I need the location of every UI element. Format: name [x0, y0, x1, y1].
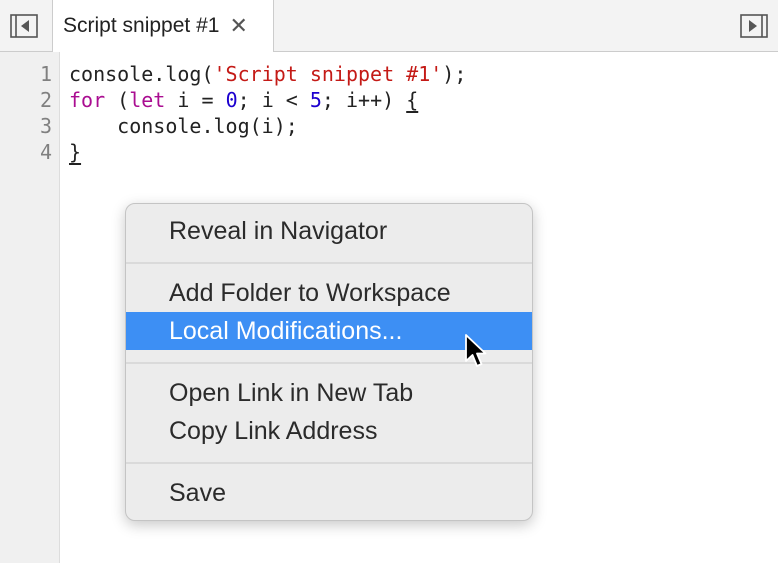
- menu-item-reveal-in-navigator[interactable]: Reveal in Navigator: [126, 212, 532, 250]
- line-number: 1: [39, 62, 52, 86]
- menu-item-add-folder-to-workspace[interactable]: Add Folder to Workspace: [126, 274, 532, 312]
- code-line: 4 }: [0, 139, 778, 165]
- toggle-debugger-icon[interactable]: [740, 14, 768, 38]
- menu-item-open-link-in-new-tab[interactable]: Open Link in New Tab: [126, 374, 532, 412]
- code-text: console.log(i);: [69, 114, 298, 138]
- code-line: 1 console.log('Script snippet #1');: [0, 61, 778, 87]
- code-line: 2 for (let i = 0; i < 5; i++) {: [0, 87, 778, 113]
- menu-item-save[interactable]: Save: [126, 474, 532, 512]
- code-text: }: [69, 139, 81, 165]
- matched-brace: {: [406, 88, 419, 112]
- menu-separator: [126, 462, 532, 464]
- line-number: 4: [39, 140, 52, 164]
- line-number: 2: [39, 88, 52, 112]
- menu-separator: [126, 262, 532, 264]
- code-text: console.log('Script snippet #1');: [69, 62, 467, 86]
- tab-bar: Script snippet #1 ✕: [0, 0, 778, 52]
- mouse-pointer-icon: [465, 334, 487, 367]
- line-number: 3: [39, 114, 52, 138]
- menu-item-copy-link-address[interactable]: Copy Link Address: [126, 412, 532, 450]
- tab-script-snippet[interactable]: Script snippet #1 ✕: [52, 0, 274, 52]
- code-text: for (let i = 0; i < 5; i++) {: [69, 88, 419, 112]
- matched-brace: }: [69, 140, 82, 164]
- code-line: 3 console.log(i);: [0, 113, 778, 139]
- tab-title: Script snippet #1: [63, 14, 220, 37]
- close-icon[interactable]: ✕: [229, 15, 247, 37]
- toggle-navigator-icon[interactable]: [10, 14, 38, 38]
